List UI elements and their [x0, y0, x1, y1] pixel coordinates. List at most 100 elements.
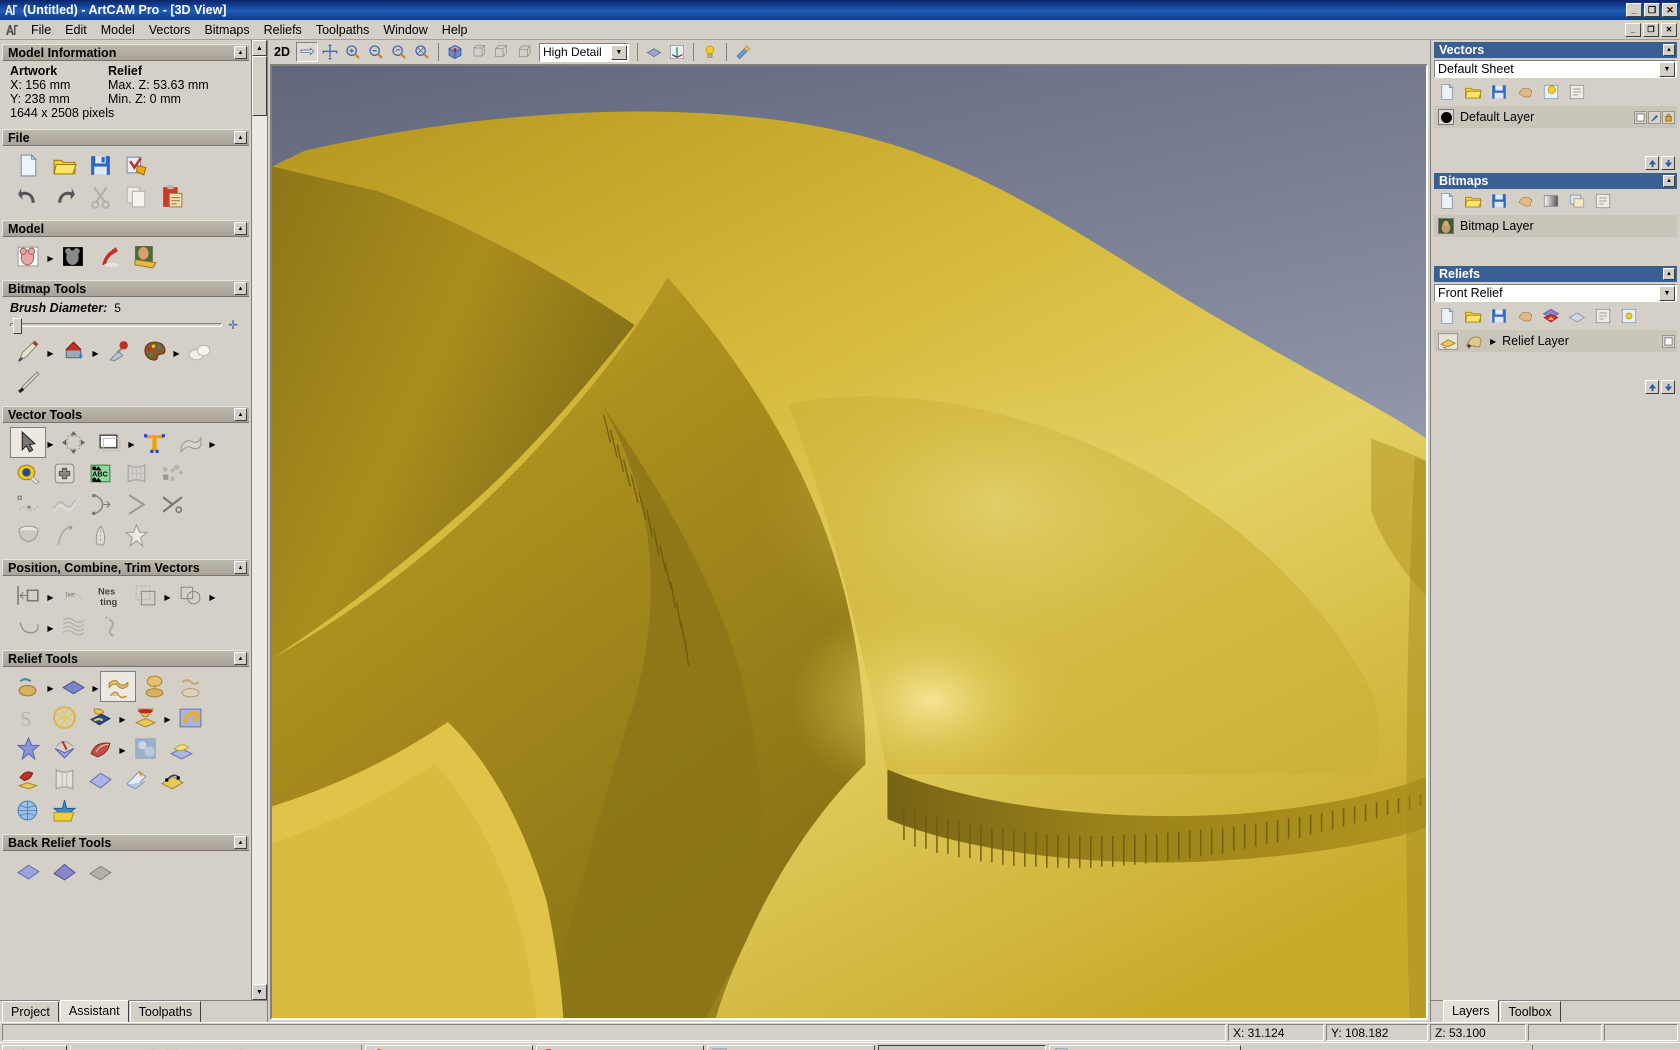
shape-editor-flyout-icon[interactable]: ▶ — [46, 672, 55, 702]
pan-button[interactable] — [319, 42, 341, 62]
scroll-up-icon[interactable]: ▲ — [252, 40, 267, 56]
new-model-button[interactable] — [10, 150, 46, 181]
taskbar-button-3dsmax[interactable]: Untitled - 3ds max 5 - Ne... — [706, 1044, 875, 1050]
vector-layer-move-down-icon[interactable] — [1661, 156, 1675, 170]
vector-layer-swatch-icon[interactable] — [1438, 109, 1454, 125]
link-icon[interactable] — [316, 1047, 336, 1050]
relief-layer-move-down-icon[interactable] — [1661, 380, 1675, 394]
assistant-scrollbar[interactable]: ▲ ▼ — [251, 40, 267, 1000]
mdi-close-button[interactable]: ✕ — [1661, 22, 1677, 37]
collapse-model-information-icon[interactable]: ▲ — [234, 46, 247, 59]
project-relief-button[interactable] — [46, 733, 82, 764]
bitmap-layer-row[interactable]: Bitmap Layer — [1434, 215, 1677, 237]
settings-icon[interactable] — [250, 1047, 270, 1050]
new-bitmap-layer-button[interactable] — [1435, 190, 1459, 212]
greyscale-bitmap-button[interactable] — [1539, 190, 1563, 212]
taskbar-button-artcam[interactable]: (Untitled) - ArtCAM P... — [877, 1044, 1046, 1050]
palette-flyout-icon[interactable]: ▶ — [172, 337, 181, 367]
select-vector-flyout-icon[interactable]: ▶ — [46, 428, 55, 458]
taskbar-button-3dsmax-tutorial[interactable]: 3DS Max Tutorial - Prepa... — [364, 1044, 533, 1050]
extrude-button[interactable] — [10, 520, 46, 551]
delete-vector-layer-button[interactable] — [1513, 81, 1537, 103]
zoom-previous-button[interactable] — [388, 42, 410, 62]
cut-button[interactable] — [82, 181, 118, 212]
relief-properties-button[interactable] — [1591, 305, 1615, 327]
create-plane-button[interactable] — [55, 671, 91, 702]
tab-layers[interactable]: Layers — [1443, 1000, 1499, 1022]
relief-select-chevron-down-icon[interactable]: ▼ — [1659, 285, 1675, 301]
delete-bitmap-layer-button[interactable] — [1513, 190, 1537, 212]
menu-help[interactable]: Help — [435, 21, 475, 39]
bevel-vector-button[interactable] — [118, 489, 154, 520]
outlook-express-icon[interactable] — [118, 1047, 138, 1050]
vector-layer-visibility-icon[interactable] — [1634, 110, 1647, 124]
join-vectors-button[interactable] — [46, 458, 82, 489]
distort-vector-button[interactable] — [118, 458, 154, 489]
measure-button[interactable] — [10, 458, 46, 489]
reset-relief-button[interactable] — [1565, 305, 1589, 327]
align-vectors-flyout-icon[interactable]: ▶ — [46, 581, 55, 611]
text-on-curve-button[interactable]: ABC — [82, 458, 118, 489]
view-mode-label[interactable]: 2D — [271, 45, 295, 59]
collapse-bitmap-tools-icon[interactable]: ▲ — [234, 282, 247, 295]
front-view-button[interactable] — [467, 42, 489, 62]
relief-layer-visibility-icon[interactable] — [1662, 334, 1675, 348]
relief-clipart-button[interactable] — [172, 671, 208, 702]
save-model-button[interactable] — [82, 150, 118, 181]
redo-button[interactable] — [46, 181, 82, 212]
iso-view-button[interactable] — [444, 42, 466, 62]
flood-fill-flyout-icon[interactable]: ▶ — [91, 337, 100, 367]
weave-relief-button[interactable] — [46, 702, 82, 733]
relief-layer-expand-icon[interactable]: ▶ — [1490, 337, 1496, 346]
back-plane-button[interactable] — [10, 855, 46, 886]
collapse-position-icon[interactable]: ▲ — [234, 561, 247, 574]
collapse-reliefs-icon[interactable]: ▲ — [1663, 268, 1675, 280]
group-header-position-combine-trim[interactable]: Position, Combine, Trim Vectors ▲ — [2, 559, 249, 576]
flood-fill-button[interactable] — [55, 336, 91, 367]
scroll-down-icon[interactable]: ▼ — [252, 984, 267, 1000]
copy-button[interactable] — [118, 181, 154, 212]
media-player-icon[interactable] — [184, 1047, 204, 1050]
tab-project[interactable]: Project — [2, 1001, 59, 1022]
zoom-out-button[interactable] — [365, 42, 387, 62]
weld-vectors-flyout-icon[interactable]: ▶ — [208, 581, 217, 611]
menu-toolpaths[interactable]: Toolpaths — [309, 21, 377, 39]
note-icon[interactable] — [338, 1047, 358, 1050]
vector-layer-row[interactable]: Default Layer — [1434, 106, 1677, 128]
turn-button[interactable] — [82, 520, 118, 551]
sphere-relief-button[interactable] — [10, 795, 46, 826]
menu-edit[interactable]: Edit — [58, 21, 94, 39]
relief-s-button[interactable]: S — [10, 702, 46, 733]
open-relief-layer-button[interactable] — [1461, 305, 1485, 327]
vector-layer-edit-icon[interactable] — [1648, 110, 1661, 124]
texture-relief2-button[interactable] — [127, 733, 163, 764]
acrobat-icon[interactable]: A — [228, 1047, 248, 1050]
menu-bitmaps[interactable]: Bitmaps — [197, 21, 256, 39]
tab-toolpaths[interactable]: Toolpaths — [129, 1001, 202, 1022]
feature-relief-button[interactable] — [10, 764, 46, 795]
group-header-model[interactable]: Model ▲ — [2, 220, 249, 237]
group-header-back-relief-tools[interactable]: Back Relief Tools ▲ — [2, 834, 249, 851]
open-bitmap-button[interactable] — [10, 241, 46, 272]
mdi-minimize-button[interactable]: _ — [1625, 22, 1641, 37]
show-axes-button[interactable] — [666, 42, 688, 62]
restore-button[interactable]: ❐ — [1644, 3, 1660, 17]
fan-relief-button[interactable] — [82, 733, 118, 764]
zoom-extents-button[interactable] — [411, 42, 433, 62]
save-vector-layer-button[interactable] — [1487, 81, 1511, 103]
paint-icon[interactable] — [206, 1047, 226, 1050]
blend-relief-button[interactable] — [82, 764, 118, 795]
menu-window[interactable]: Window — [376, 21, 434, 39]
vector-sheet-combo[interactable]: Default Sheet ▼ — [1434, 60, 1677, 78]
import-relief-button[interactable] — [118, 764, 154, 795]
vector-layer-lock-icon[interactable] — [1662, 110, 1675, 124]
detail-level-combo[interactable]: High Detail ▼ — [538, 42, 629, 62]
array-copy-button[interactable] — [154, 458, 190, 489]
open-bitmap-flyout-icon[interactable]: ▶ — [46, 242, 55, 272]
extrude-relief-button[interactable] — [82, 702, 118, 733]
flow-lines-button[interactable] — [55, 611, 91, 642]
weld-vectors-button[interactable] — [172, 580, 208, 611]
colour-picker-button[interactable] — [100, 336, 136, 367]
relief-layer-row[interactable]: ▶ Relief Layer — [1434, 330, 1677, 352]
block-copy-button[interactable] — [127, 580, 163, 611]
